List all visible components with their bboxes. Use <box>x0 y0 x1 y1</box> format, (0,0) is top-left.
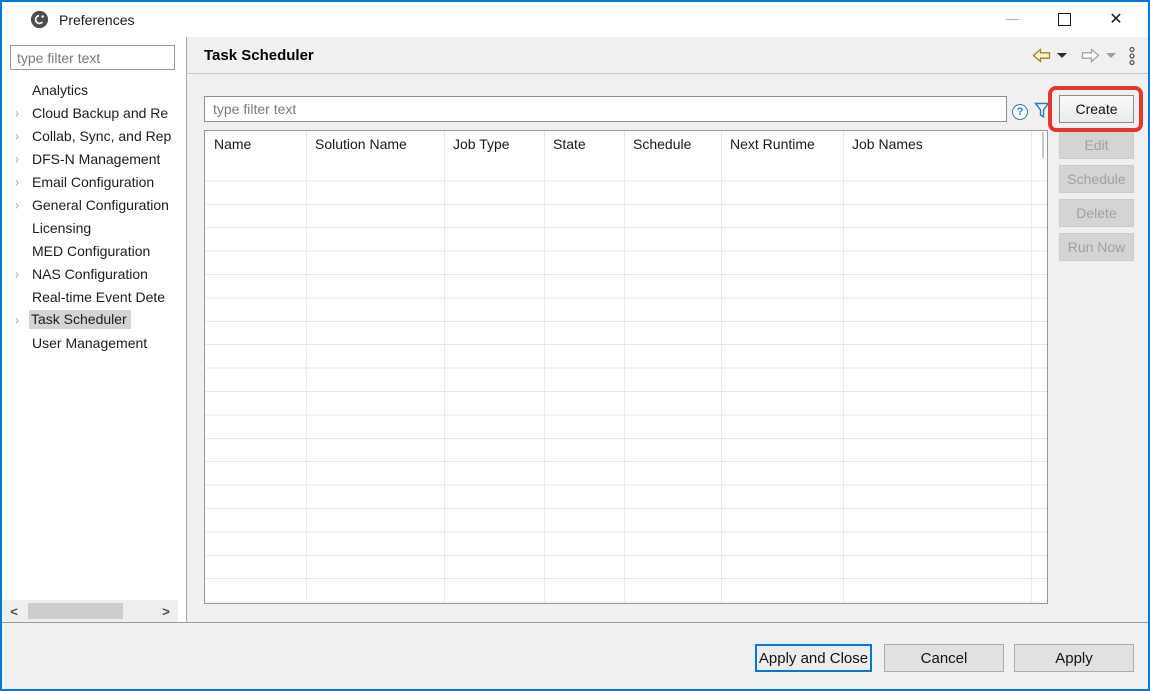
title-bar: Preferences ✕ <box>2 2 1148 37</box>
back-history-dropdown-icon[interactable] <box>1057 53 1067 58</box>
column-header-next-runtime[interactable]: Next Runtime <box>721 131 843 158</box>
page-title: Task Scheduler <box>204 47 314 64</box>
chevron-right-icon[interactable]: › <box>15 311 31 327</box>
sidebar-item-med-configuration[interactable]: MED Configuration <box>2 239 186 262</box>
cancel-button[interactable]: Cancel <box>884 644 1004 672</box>
apply-and-close-button[interactable]: Apply and Close <box>755 644 872 672</box>
maximize-button[interactable] <box>1038 2 1090 37</box>
sidebar-item-cloud-backup[interactable]: ›Cloud Backup and Re <box>2 101 186 124</box>
forward-icon[interactable] <box>1081 48 1100 63</box>
table-body[interactable] <box>205 158 1047 603</box>
chevron-right-icon[interactable]: › <box>15 104 31 120</box>
minimize-button[interactable] <box>986 2 1038 37</box>
column-separator <box>444 131 445 603</box>
chevron-right-icon[interactable]: › <box>15 265 31 281</box>
minimize-icon <box>1006 19 1019 20</box>
column-header-schedule[interactable]: Schedule <box>624 131 721 158</box>
maximize-icon <box>1058 13 1071 26</box>
chevron-right-icon[interactable]: › <box>15 173 31 189</box>
preference-tree: Analytics ›Cloud Backup and Re ›Collab, … <box>2 78 186 354</box>
table-header-row: Name Solution Name Job Type State Schedu… <box>205 131 1047 158</box>
column-header-solution-name[interactable]: Solution Name <box>306 131 444 158</box>
column-separator <box>843 131 844 603</box>
column-separator <box>1031 131 1032 603</box>
main-panel: Task Scheduler ? <box>186 37 1148 622</box>
sidebar-filter-input[interactable] <box>10 45 175 70</box>
column-separator <box>721 131 722 603</box>
run-now-button[interactable]: Run Now <box>1059 233 1134 261</box>
dialog-footer: Apply and Close Cancel Apply <box>2 622 1148 689</box>
table-filter-input[interactable] <box>204 96 1007 122</box>
help-icon[interactable]: ? <box>1012 104 1028 120</box>
column-header-state[interactable]: State <box>544 131 624 158</box>
delete-button[interactable]: Delete <box>1059 199 1134 227</box>
column-header-job-names[interactable]: Job Names <box>843 131 1031 158</box>
sidebar-item-user-management[interactable]: User Management <box>2 331 186 354</box>
tasks-table: Name Solution Name Job Type State Schedu… <box>204 130 1048 604</box>
preferences-sidebar: Analytics ›Cloud Backup and Re ›Collab, … <box>2 37 186 622</box>
sidebar-item-task-scheduler[interactable]: ›Task Scheduler <box>2 308 186 331</box>
column-header-job-type[interactable]: Job Type <box>444 131 544 158</box>
sidebar-item-collab-sync[interactable]: ›Collab, Sync, and Rep <box>2 124 186 147</box>
table-vertical-scrollbar[interactable] <box>1042 132 1044 158</box>
create-button[interactable]: Create <box>1059 95 1134 123</box>
forward-history-dropdown-icon[interactable] <box>1106 53 1116 58</box>
window-title: Preferences <box>59 12 134 28</box>
edit-button[interactable]: Edit <box>1059 131 1134 159</box>
page-header: Task Scheduler <box>187 37 1148 74</box>
scrollbar-thumb[interactable] <box>28 603 123 619</box>
filter-funnel-icon[interactable] <box>1034 102 1050 119</box>
schedule-button[interactable]: Schedule <box>1059 165 1134 193</box>
navigation-toolbar <box>1032 37 1136 74</box>
preferences-dialog: Preferences ✕ Analytics ›Cloud Backup an… <box>0 0 1150 691</box>
column-separator <box>306 131 307 603</box>
chevron-right-icon[interactable]: › <box>15 150 31 166</box>
sidebar-item-nas-configuration[interactable]: ›NAS Configuration <box>2 262 186 285</box>
apply-button[interactable]: Apply <box>1014 644 1134 672</box>
chevron-right-icon[interactable]: › <box>15 196 31 212</box>
column-separator <box>624 131 625 603</box>
chevron-right-icon[interactable]: › <box>15 127 31 143</box>
window-controls: ✕ <box>986 2 1142 37</box>
sidebar-item-realtime-event-detection[interactable]: Real-time Event Dete <box>2 285 186 308</box>
sidebar-item-email-configuration[interactable]: ›Email Configuration <box>2 170 186 193</box>
app-icon <box>30 10 49 29</box>
task-scheduler-content: ? Create Edit Schedule Delete Run Now Na… <box>187 75 1148 622</box>
scroll-left-icon[interactable]: < <box>5 602 23 620</box>
back-icon[interactable] <box>1032 48 1051 63</box>
view-menu-icon[interactable] <box>1128 46 1136 66</box>
scroll-right-icon[interactable]: > <box>157 602 175 620</box>
sidebar-item-dfsn-management[interactable]: ›DFS-N Management <box>2 147 186 170</box>
sidebar-horizontal-scrollbar[interactable]: < > <box>2 600 178 622</box>
close-button[interactable]: ✕ <box>1090 2 1142 37</box>
column-header-name[interactable]: Name <box>205 131 306 158</box>
close-icon: ✕ <box>1109 12 1122 28</box>
column-separator <box>544 131 545 603</box>
sidebar-item-licensing[interactable]: Licensing <box>2 216 186 239</box>
sidebar-item-analytics[interactable]: Analytics <box>2 78 186 101</box>
sidebar-item-general-configuration[interactable]: ›General Configuration <box>2 193 186 216</box>
